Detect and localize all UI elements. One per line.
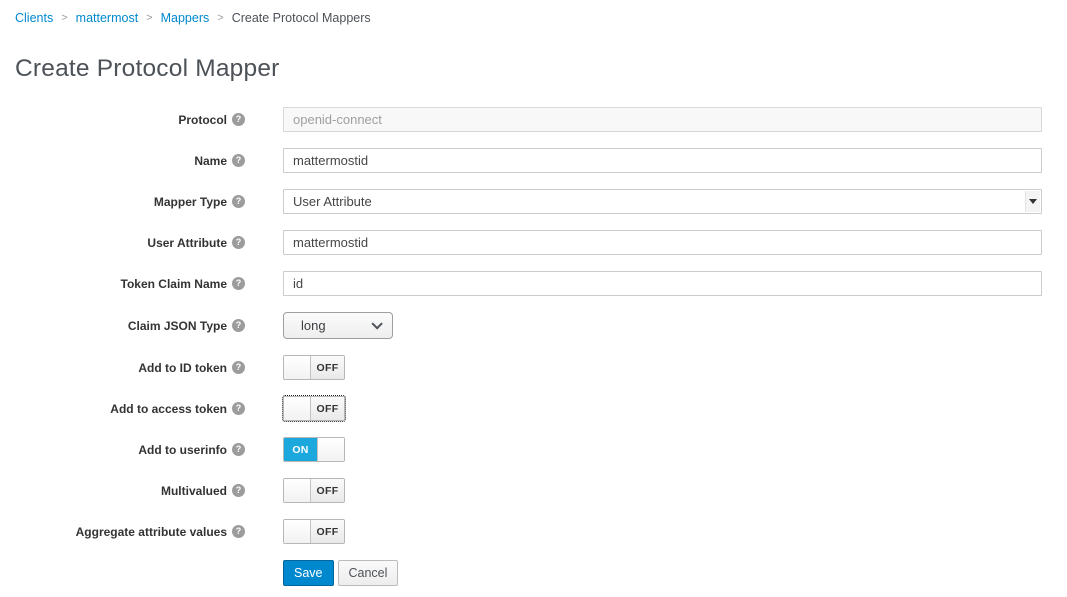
- form-row-add-to-userinfo: Add to userinfo ? ON: [0, 437, 1042, 462]
- toggle-state-label: OFF: [311, 479, 344, 502]
- claim-json-type-label: Claim JSON Type: [128, 319, 227, 333]
- claim-json-type-selected-value: long: [301, 318, 326, 333]
- help-icon[interactable]: ?: [232, 361, 245, 374]
- token-claim-name-input[interactable]: [283, 271, 1042, 296]
- toggle-handle: [317, 438, 344, 461]
- help-icon[interactable]: ?: [232, 443, 245, 456]
- multivalued-toggle[interactable]: OFF: [283, 478, 345, 503]
- add-to-id-token-toggle[interactable]: OFF: [283, 355, 345, 380]
- breadcrumb-separator-icon: >: [146, 12, 152, 24]
- protocol-input: [283, 107, 1042, 132]
- form-row-claim-json-type: Claim JSON Type ? long: [0, 312, 1042, 339]
- toggle-handle: [284, 520, 311, 543]
- name-label: Name: [194, 154, 227, 168]
- token-claim-name-label: Token Claim Name: [121, 277, 227, 291]
- add-to-id-token-label: Add to ID token: [138, 361, 227, 375]
- form-row-add-to-access-token: Add to access token ? OFF: [0, 396, 1042, 421]
- name-input[interactable]: [283, 148, 1042, 173]
- aggregate-attribute-values-toggle[interactable]: OFF: [283, 519, 345, 544]
- form-row-user-attribute: User Attribute ?: [0, 230, 1042, 255]
- breadcrumb-link-clients[interactable]: Clients: [15, 11, 53, 25]
- toggle-state-label: OFF: [311, 356, 344, 379]
- user-attribute-label: User Attribute: [147, 236, 227, 250]
- help-icon[interactable]: ?: [232, 484, 245, 497]
- breadcrumb-separator-icon: >: [217, 12, 223, 24]
- cancel-button[interactable]: Cancel: [338, 560, 399, 586]
- multivalued-label: Multivalued: [161, 484, 227, 498]
- breadcrumb: Clients > mattermost > Mappers > Create …: [0, 0, 1067, 25]
- help-icon[interactable]: ?: [232, 154, 245, 167]
- add-to-access-token-toggle[interactable]: OFF: [283, 396, 345, 421]
- breadcrumb-link-mattermost[interactable]: mattermost: [76, 11, 139, 25]
- help-icon[interactable]: ?: [232, 319, 245, 332]
- toggle-state-label: ON: [284, 438, 317, 461]
- help-icon[interactable]: ?: [232, 277, 245, 290]
- help-icon[interactable]: ?: [232, 525, 245, 538]
- page-title: Create Protocol Mapper: [15, 55, 1067, 83]
- mapper-type-select[interactable]: User Attribute: [283, 189, 1042, 214]
- aggregate-attribute-values-label: Aggregate attribute values: [76, 525, 227, 539]
- toggle-handle: [284, 356, 311, 379]
- chevron-down-icon: [371, 318, 382, 329]
- create-protocol-mapper-form: Protocol ? Name ? Mapper Type ? User Att…: [0, 107, 1042, 586]
- form-row-name: Name ?: [0, 148, 1042, 173]
- dropdown-arrow-icon: [1025, 191, 1040, 212]
- add-to-userinfo-toggle[interactable]: ON: [283, 437, 345, 462]
- form-row-protocol: Protocol ?: [0, 107, 1042, 132]
- form-row-multivalued: Multivalued ? OFF: [0, 478, 1042, 503]
- help-icon[interactable]: ?: [232, 195, 245, 208]
- breadcrumb-separator-icon: >: [61, 12, 67, 24]
- form-row-actions: Save Cancel: [0, 560, 1042, 586]
- help-icon[interactable]: ?: [232, 236, 245, 249]
- mapper-type-label: Mapper Type: [154, 195, 227, 209]
- help-icon[interactable]: ?: [232, 113, 245, 126]
- form-row-token-claim-name: Token Claim Name ?: [0, 271, 1042, 296]
- protocol-label: Protocol: [178, 113, 227, 127]
- user-attribute-input[interactable]: [283, 230, 1042, 255]
- toggle-state-label: OFF: [311, 520, 344, 543]
- toggle-handle: [284, 479, 311, 502]
- form-row-mapper-type: Mapper Type ? User Attribute: [0, 189, 1042, 214]
- add-to-userinfo-label: Add to userinfo: [138, 443, 227, 457]
- breadcrumb-current: Create Protocol Mappers: [232, 11, 371, 25]
- toggle-handle: [284, 397, 311, 420]
- add-to-access-token-label: Add to access token: [110, 402, 227, 416]
- breadcrumb-link-mappers[interactable]: Mappers: [161, 11, 210, 25]
- save-button[interactable]: Save: [283, 560, 334, 586]
- form-row-aggregate-attribute-values: Aggregate attribute values ? OFF: [0, 519, 1042, 544]
- toggle-state-label: OFF: [311, 397, 344, 420]
- mapper-type-selected-value: User Attribute: [293, 194, 372, 209]
- help-icon[interactable]: ?: [232, 402, 245, 415]
- claim-json-type-select[interactable]: long: [283, 312, 393, 339]
- form-row-add-to-id-token: Add to ID token ? OFF: [0, 355, 1042, 380]
